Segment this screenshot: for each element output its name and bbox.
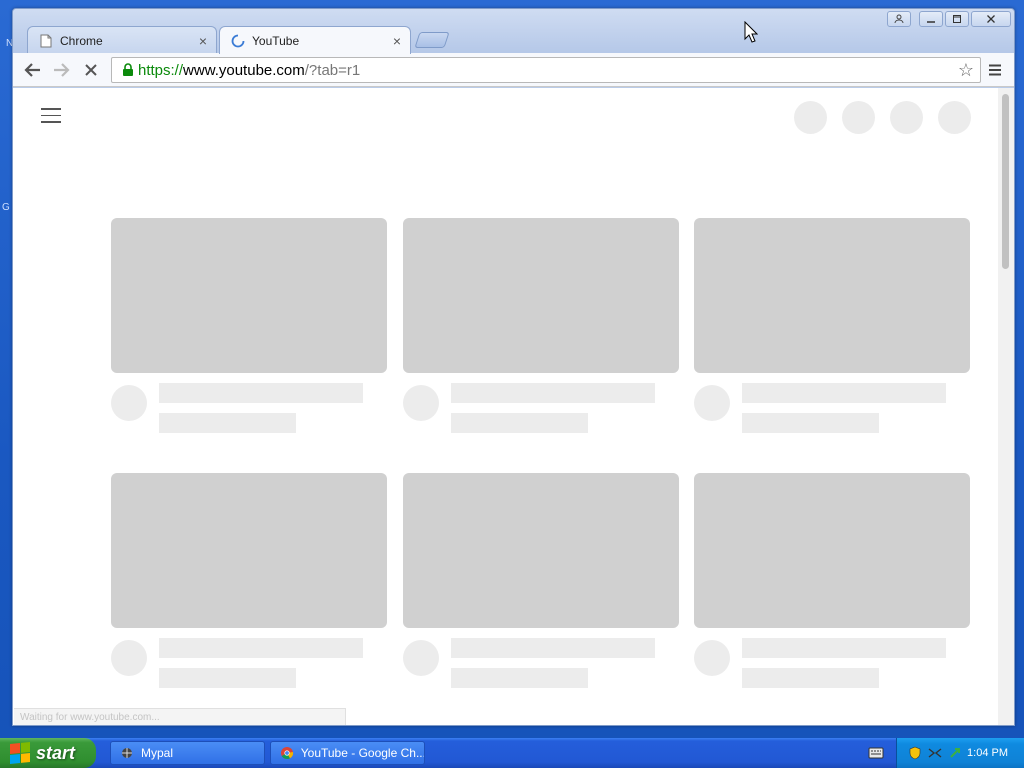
skeleton-header-button xyxy=(794,101,827,134)
url-path: /?tab=r1 xyxy=(304,61,361,79)
forward-button[interactable] xyxy=(49,58,73,82)
windows-logo-icon xyxy=(10,741,30,765)
url-scheme: https:// xyxy=(138,61,184,79)
close-tab-icon[interactable]: × xyxy=(390,34,404,48)
thumbnail-placeholder xyxy=(111,218,387,373)
scrollbar-thumb[interactable] xyxy=(1002,94,1009,269)
chrome-menu-button[interactable] xyxy=(983,58,1007,82)
close-window-icon[interactable] xyxy=(971,11,1011,27)
title-bar: Chrome × YouTube × xyxy=(13,9,1014,54)
thumbnail-placeholder xyxy=(111,473,387,628)
taskbar-item-chrome[interactable]: YouTube - Google Ch... xyxy=(270,741,425,765)
title-placeholder xyxy=(451,383,655,403)
skeleton-header-button xyxy=(938,101,971,134)
title-placeholder xyxy=(742,383,946,403)
window-controls xyxy=(919,11,1011,27)
menu-icon xyxy=(989,64,1001,76)
back-arrow-icon xyxy=(24,63,40,77)
clock[interactable]: 1:04 PM xyxy=(967,747,1008,759)
lock-icon xyxy=(118,63,138,77)
meta-placeholder xyxy=(159,413,296,433)
vertical-scrollbar[interactable] xyxy=(998,88,1014,725)
bookmark-star-icon[interactable]: ☆ xyxy=(958,60,974,81)
title-placeholder xyxy=(159,638,363,658)
title-placeholder xyxy=(742,638,946,658)
title-placeholder xyxy=(159,383,363,403)
video-card-skeleton xyxy=(403,218,679,438)
page-viewport: Waiting for www.youtube.com... xyxy=(13,88,1014,725)
security-shield-icon[interactable] xyxy=(907,745,923,761)
meta-placeholder xyxy=(159,668,296,688)
address-bar[interactable]: https://www.youtube.com/?tab=r1 ☆ xyxy=(111,57,981,83)
title-placeholder xyxy=(451,638,655,658)
chrome-icon xyxy=(279,745,295,761)
tab-title: YouTube xyxy=(252,33,300,48)
tab-title: Chrome xyxy=(60,33,103,48)
video-card-skeleton xyxy=(694,473,970,693)
chrome-window: Chrome × YouTube × https:// www.youtube.… xyxy=(12,8,1015,726)
forward-arrow-icon xyxy=(54,63,70,77)
taskbar-item-label: Mypal xyxy=(141,746,174,760)
desktop-icon-label-fragment: G xyxy=(2,202,10,213)
taskbar-item-mypal[interactable]: Mypal xyxy=(110,741,265,765)
video-card-skeleton xyxy=(694,218,970,438)
meta-placeholder xyxy=(742,413,879,433)
url-host: www.youtube.com xyxy=(183,61,305,79)
start-label: start xyxy=(36,742,76,763)
loading-spinner-icon xyxy=(230,33,246,49)
browser-toolbar: https://www.youtube.com/?tab=r1 ☆ xyxy=(13,53,1014,87)
stop-loading-button[interactable] xyxy=(79,58,103,82)
minimize-icon[interactable] xyxy=(919,11,943,27)
new-tab-button[interactable] xyxy=(414,32,450,48)
close-tab-icon[interactable]: × xyxy=(196,34,210,48)
sync-icon[interactable] xyxy=(947,745,963,761)
mouse-cursor-icon xyxy=(744,21,758,43)
avatar-placeholder xyxy=(403,640,439,676)
status-bubble: Waiting for www.youtube.com... xyxy=(14,708,346,725)
tab-youtube[interactable]: YouTube × xyxy=(219,26,411,54)
video-card-skeleton xyxy=(111,473,387,693)
taskbar-item-label: YouTube - Google Ch... xyxy=(300,746,424,760)
back-button[interactable] xyxy=(21,58,45,82)
network-icon[interactable] xyxy=(927,745,943,761)
video-card-skeleton xyxy=(403,473,679,693)
skeleton-header-button xyxy=(842,101,875,134)
stop-x-icon xyxy=(85,64,97,76)
page-icon xyxy=(38,33,54,49)
guide-menu-icon[interactable] xyxy=(41,108,61,124)
profile-icon[interactable] xyxy=(887,11,911,27)
avatar-placeholder xyxy=(403,385,439,421)
profile-button[interactable] xyxy=(887,11,911,27)
avatar-placeholder xyxy=(694,640,730,676)
avatar-placeholder xyxy=(111,385,147,421)
mypal-icon xyxy=(119,745,135,761)
start-button[interactable]: start xyxy=(0,738,96,768)
system-tray: 1:04 PM xyxy=(896,738,1024,768)
thumbnail-placeholder xyxy=(694,473,970,628)
meta-placeholder xyxy=(451,413,588,433)
thumbnail-placeholder xyxy=(403,473,679,628)
video-card-skeleton xyxy=(111,218,387,438)
taskbar: start Mypal YouTube - Google Ch... 1:04 … xyxy=(0,738,1024,768)
thumbnail-placeholder xyxy=(403,218,679,373)
avatar-placeholder xyxy=(111,640,147,676)
thumbnail-placeholder xyxy=(694,218,970,373)
keyboard-icon[interactable] xyxy=(868,746,884,760)
skeleton-header-button xyxy=(890,101,923,134)
avatar-placeholder xyxy=(694,385,730,421)
meta-placeholder xyxy=(451,668,588,688)
maximize-icon[interactable] xyxy=(945,11,969,27)
tab-chrome[interactable]: Chrome × xyxy=(27,26,217,54)
meta-placeholder xyxy=(742,668,879,688)
